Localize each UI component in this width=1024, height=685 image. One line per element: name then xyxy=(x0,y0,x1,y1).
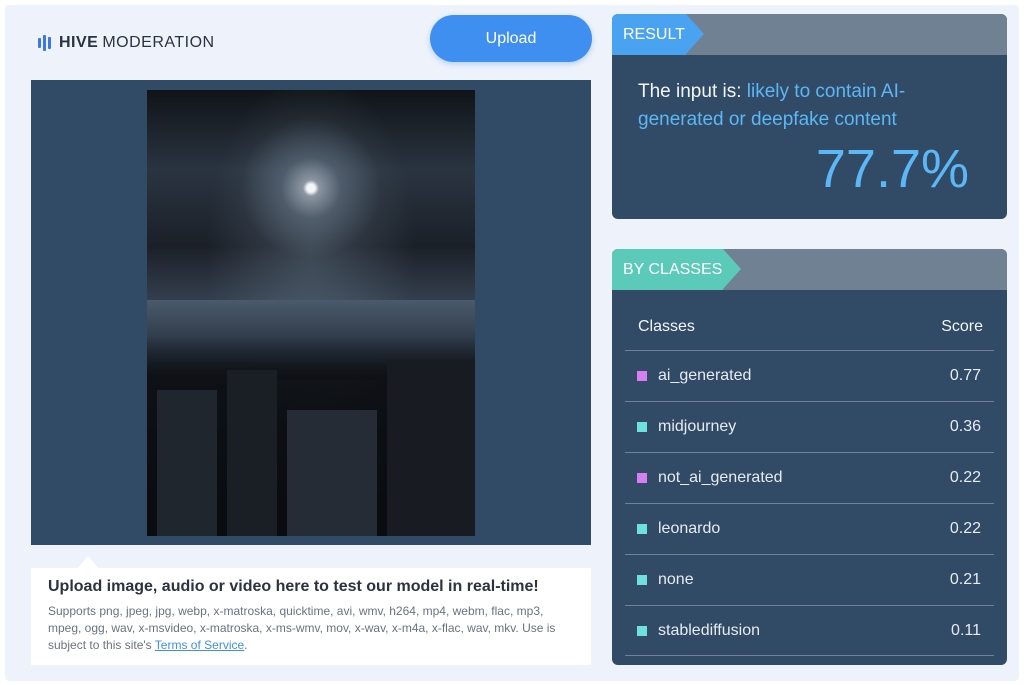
table-row: none 0.21 xyxy=(625,554,994,605)
supported-formats: Supports png, jpeg, jpg, webp, x-matrosk… xyxy=(48,604,556,652)
class-color-swatch xyxy=(637,473,647,483)
class-score: 0.11 xyxy=(951,621,981,639)
result-score: 77.7% xyxy=(815,139,969,199)
class-name: stablediffusion xyxy=(658,621,760,639)
class-score: 0.22 xyxy=(949,469,981,486)
class-color-swatch xyxy=(637,524,647,534)
hive-logo[interactable]: HIVE MODERATION xyxy=(38,34,215,52)
result-header: RESULT xyxy=(612,14,1007,55)
class-name: none xyxy=(658,571,694,588)
upload-info-box: Upload image, audio or video here to tes… xyxy=(31,568,591,665)
upload-button[interactable]: Upload xyxy=(430,15,592,62)
column-classes: Classes xyxy=(638,318,695,335)
info-title: Upload image, audio or video here to tes… xyxy=(48,578,539,595)
uploaded-image xyxy=(147,90,475,536)
classes-tag: BY CLASSES xyxy=(612,249,741,290)
classes-header: BY CLASSES xyxy=(612,249,1007,290)
result-tag: RESULT xyxy=(612,14,704,55)
logo-text: HIVE MODERATION xyxy=(59,34,215,52)
logo-light: MODERATION xyxy=(102,34,215,51)
table-row: not_ai_generated 0.22 xyxy=(625,452,994,503)
classes-table: ai_generated 0.77 midjourney 0.36 not_ai… xyxy=(625,350,994,656)
class-color-swatch xyxy=(637,625,647,636)
media-preview-area[interactable] xyxy=(31,80,591,545)
class-score: 0.77 xyxy=(949,367,981,384)
logo-bold: HIVE xyxy=(59,34,99,51)
result-text: The input is: likely to contain AI-gener… xyxy=(638,78,968,134)
result-prefix: The input is: xyxy=(638,81,747,102)
class-score: 0.21 xyxy=(949,571,981,588)
class-score: 0.22 xyxy=(949,520,981,537)
info-pointer xyxy=(78,556,98,568)
hive-logo-icon xyxy=(38,35,51,51)
result-panel: RESULT The input is: likely to contain A… xyxy=(612,14,1007,219)
table-row: leonardo 0.22 xyxy=(625,503,994,554)
classes-panel: BY CLASSES Classes Score ai_generated 0.… xyxy=(612,249,1007,665)
class-name: midjourney xyxy=(658,418,737,435)
class-color-swatch xyxy=(637,575,647,585)
table-row: stablediffusion 0.11 xyxy=(625,605,994,656)
classes-table-header: Classes Score xyxy=(638,318,983,336)
class-name: ai_generated xyxy=(658,367,752,384)
table-row: ai_generated 0.77 xyxy=(625,350,994,401)
class-color-swatch xyxy=(637,371,647,381)
class-name: leonardo xyxy=(658,520,721,537)
column-score: Score xyxy=(941,318,983,335)
class-color-swatch xyxy=(637,422,647,432)
table-row: midjourney 0.36 xyxy=(625,401,994,452)
class-score: 0.36 xyxy=(949,418,981,435)
terms-of-service-link[interactable]: Terms of Service xyxy=(155,638,244,652)
info-text: Supports png, jpeg, jpg, webp, x-matrosk… xyxy=(48,603,574,654)
terms-suffix: . xyxy=(244,638,248,652)
class-name: not_ai_generated xyxy=(658,469,783,486)
